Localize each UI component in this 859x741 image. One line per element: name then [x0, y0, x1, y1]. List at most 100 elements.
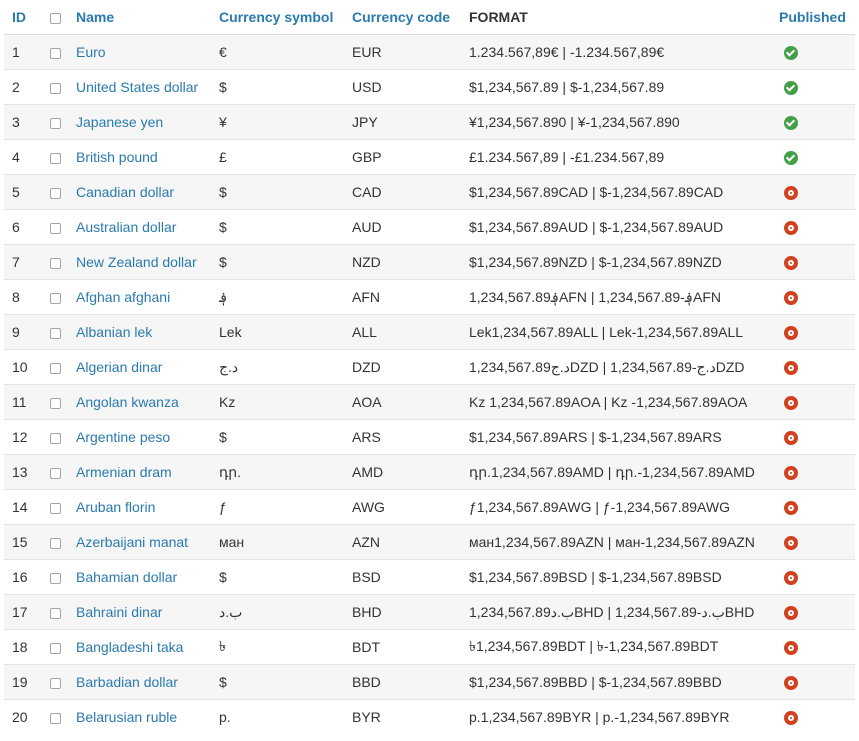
row-select-cell[interactable]: [46, 419, 76, 455]
published-cell: [779, 629, 855, 665]
row-checkbox[interactable]: [50, 502, 61, 514]
unpublished-dot-icon[interactable]: [784, 221, 798, 236]
currency-symbol: ƒ: [219, 489, 352, 525]
unpublished-dot-icon[interactable]: [784, 711, 798, 726]
row-select-cell[interactable]: [46, 594, 76, 630]
row-select-cell[interactable]: [46, 279, 76, 315]
unpublished-dot-icon[interactable]: [784, 396, 798, 411]
currency-format: Lek1,234,567.89ALL | Lek-1,234,567.89ALL: [469, 314, 779, 350]
row-select-cell[interactable]: [46, 629, 76, 665]
currency-name-link[interactable]: Afghan afghani: [76, 289, 170, 305]
unpublished-dot-icon[interactable]: [784, 641, 798, 656]
published-check-icon[interactable]: [784, 81, 798, 96]
row-checkbox[interactable]: [50, 47, 61, 59]
row-checkbox[interactable]: [50, 257, 61, 269]
currency-name-link[interactable]: Algerian dinar: [76, 359, 162, 375]
row-checkbox[interactable]: [50, 82, 61, 94]
currency-name-link[interactable]: Azerbaijani manat: [76, 534, 188, 550]
row-select-cell[interactable]: [46, 174, 76, 210]
row-select-cell[interactable]: [46, 559, 76, 595]
row-checkbox[interactable]: [50, 677, 61, 689]
column-header-published[interactable]: Published: [779, 0, 855, 35]
select-all-checkbox[interactable]: [50, 12, 61, 24]
row-checkbox[interactable]: [50, 712, 61, 724]
row-checkbox[interactable]: [50, 432, 61, 444]
currency-name-link[interactable]: New Zealand dollar: [76, 254, 197, 270]
row-select-cell[interactable]: [46, 69, 76, 105]
row-select-cell[interactable]: [46, 34, 76, 70]
unpublished-dot-icon[interactable]: [784, 256, 798, 271]
row-select-cell[interactable]: [46, 314, 76, 350]
currency-name-link[interactable]: Bangladeshi taka: [76, 639, 183, 655]
currency-symbol: ب.د: [219, 594, 352, 630]
currency-name-link[interactable]: Aruban florin: [76, 499, 155, 515]
row-name-cell: Japanese yen: [76, 104, 219, 140]
unpublished-dot-icon[interactable]: [784, 431, 798, 446]
unpublished-dot-icon[interactable]: [784, 361, 798, 376]
currency-code: JPY: [352, 104, 469, 140]
table-row: 12 Argentine peso $ ARS $1,234,567.89ARS | $…: [4, 419, 855, 455]
row-checkbox[interactable]: [50, 642, 61, 654]
unpublished-dot-icon[interactable]: [784, 186, 798, 201]
row-checkbox[interactable]: [50, 117, 61, 129]
row-checkbox[interactable]: [50, 152, 61, 164]
row-select-cell[interactable]: [46, 104, 76, 140]
unpublished-dot-icon[interactable]: [784, 466, 798, 481]
column-header-code[interactable]: Currency code: [352, 0, 469, 35]
unpublished-dot-icon[interactable]: [784, 291, 798, 306]
row-select-cell[interactable]: [46, 664, 76, 700]
row-select-cell[interactable]: [46, 454, 76, 490]
currency-format: £1.234.567,89 | -£1.234.567,89: [469, 139, 779, 175]
row-select-cell[interactable]: [46, 244, 76, 280]
row-checkbox[interactable]: [50, 607, 61, 619]
currency-name-link[interactable]: Armenian dram: [76, 464, 172, 480]
currency-name-link[interactable]: United States dollar: [76, 79, 198, 95]
unpublished-dot-icon[interactable]: [784, 326, 798, 341]
currency-name-link[interactable]: British pound: [76, 149, 158, 165]
unpublished-dot-icon[interactable]: [784, 606, 798, 621]
row-select-cell[interactable]: [46, 489, 76, 525]
unpublished-dot-icon[interactable]: [784, 571, 798, 586]
currency-name-link[interactable]: Canadian dollar: [76, 184, 174, 200]
currency-name-link[interactable]: Albanian lek: [76, 324, 152, 340]
row-checkbox[interactable]: [50, 222, 61, 234]
currency-name-link[interactable]: Argentine peso: [76, 429, 170, 445]
row-checkbox[interactable]: [50, 362, 61, 374]
row-checkbox[interactable]: [50, 467, 61, 479]
row-checkbox[interactable]: [50, 292, 61, 304]
row-name-cell: United States dollar: [76, 69, 219, 105]
unpublished-dot-icon[interactable]: [784, 676, 798, 691]
column-header-symbol[interactable]: Currency symbol: [219, 0, 352, 35]
row-checkbox[interactable]: [50, 327, 61, 339]
row-checkbox[interactable]: [50, 537, 61, 549]
row-checkbox[interactable]: [50, 187, 61, 199]
currency-name-link[interactable]: Bahamian dollar: [76, 569, 177, 585]
row-select-cell[interactable]: [46, 524, 76, 560]
table-row: 3 Japanese yen ¥ JPY ¥1,234,567.890 | ¥-1,23…: [4, 104, 855, 140]
row-select-cell[interactable]: [46, 384, 76, 420]
column-header-id[interactable]: ID: [4, 0, 46, 35]
unpublished-dot-icon[interactable]: [784, 501, 798, 516]
row-id: 9: [4, 314, 46, 350]
currency-name-link[interactable]: Belarusian ruble: [76, 709, 177, 725]
published-check-icon[interactable]: [784, 151, 798, 166]
published-cell: [779, 419, 855, 455]
row-select-cell[interactable]: [46, 209, 76, 245]
published-check-icon[interactable]: [784, 116, 798, 131]
currency-name-link[interactable]: Bahraini dinar: [76, 604, 162, 620]
published-check-icon[interactable]: [784, 46, 798, 61]
unpublished-dot-icon[interactable]: [784, 536, 798, 551]
column-header-name[interactable]: Name: [76, 0, 219, 35]
row-checkbox[interactable]: [50, 397, 61, 409]
row-select-cell[interactable]: [46, 139, 76, 175]
currency-name-link[interactable]: Barbadian dollar: [76, 674, 178, 690]
row-select-cell[interactable]: [46, 699, 76, 734]
row-checkbox[interactable]: [50, 572, 61, 584]
currency-name-link[interactable]: Euro: [76, 44, 106, 60]
currency-name-link[interactable]: Australian dollar: [76, 219, 176, 235]
currency-name-link[interactable]: Japanese yen: [76, 114, 163, 130]
select-all-header[interactable]: [46, 0, 76, 35]
currency-format: ৳1,234,567.89BDT | ৳-1,234,567.89BDT: [469, 629, 779, 665]
row-select-cell[interactable]: [46, 349, 76, 385]
currency-name-link[interactable]: Angolan kwanza: [76, 394, 179, 410]
